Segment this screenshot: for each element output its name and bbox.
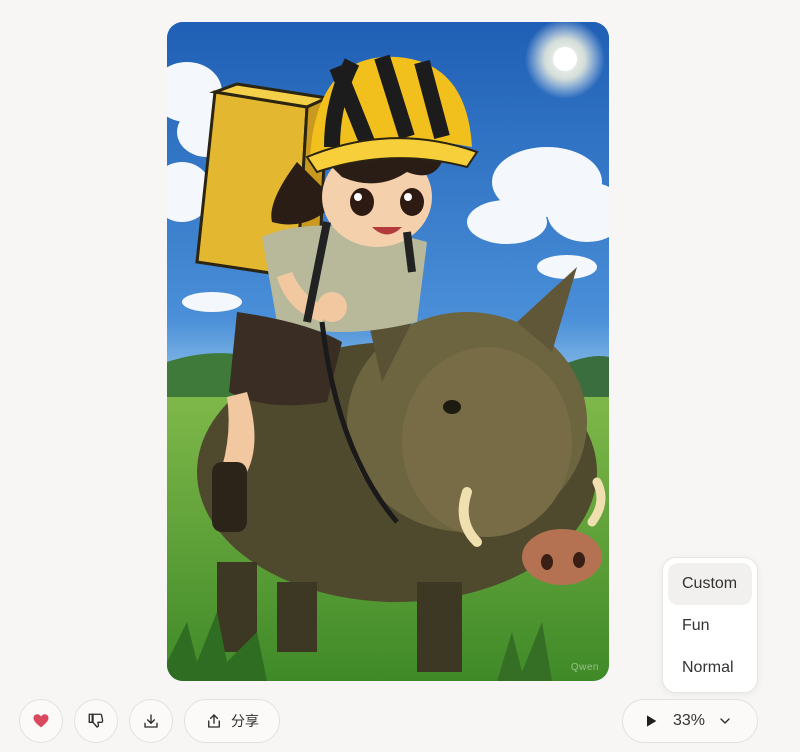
audio-progress: 33%	[673, 712, 706, 729]
play-icon[interactable]	[643, 713, 659, 729]
thumbs-down-icon	[88, 713, 104, 728]
generated-image-illustration	[167, 22, 609, 681]
chevron-down-icon[interactable]	[717, 713, 733, 729]
voice-style-option-custom[interactable]: Custom	[668, 563, 752, 605]
download-icon	[144, 714, 158, 728]
share-icon	[208, 714, 220, 728]
image-watermark: Qwen	[570, 662, 599, 673]
dislike-button[interactable]	[74, 699, 118, 743]
share-button[interactable]: 分享	[184, 699, 280, 743]
voice-style-option-normal[interactable]: Normal	[668, 647, 752, 689]
like-button[interactable]	[19, 699, 63, 743]
heart-icon	[33, 714, 49, 728]
voice-style-option-fun[interactable]: Fun	[668, 605, 752, 647]
share-button-label: 分享	[231, 713, 259, 729]
voice-style-menu: Custom Fun Normal	[662, 557, 758, 693]
audio-player: 33%	[622, 699, 758, 743]
generated-image[interactable]: Qwen	[167, 22, 609, 681]
download-button[interactable]	[129, 699, 173, 743]
